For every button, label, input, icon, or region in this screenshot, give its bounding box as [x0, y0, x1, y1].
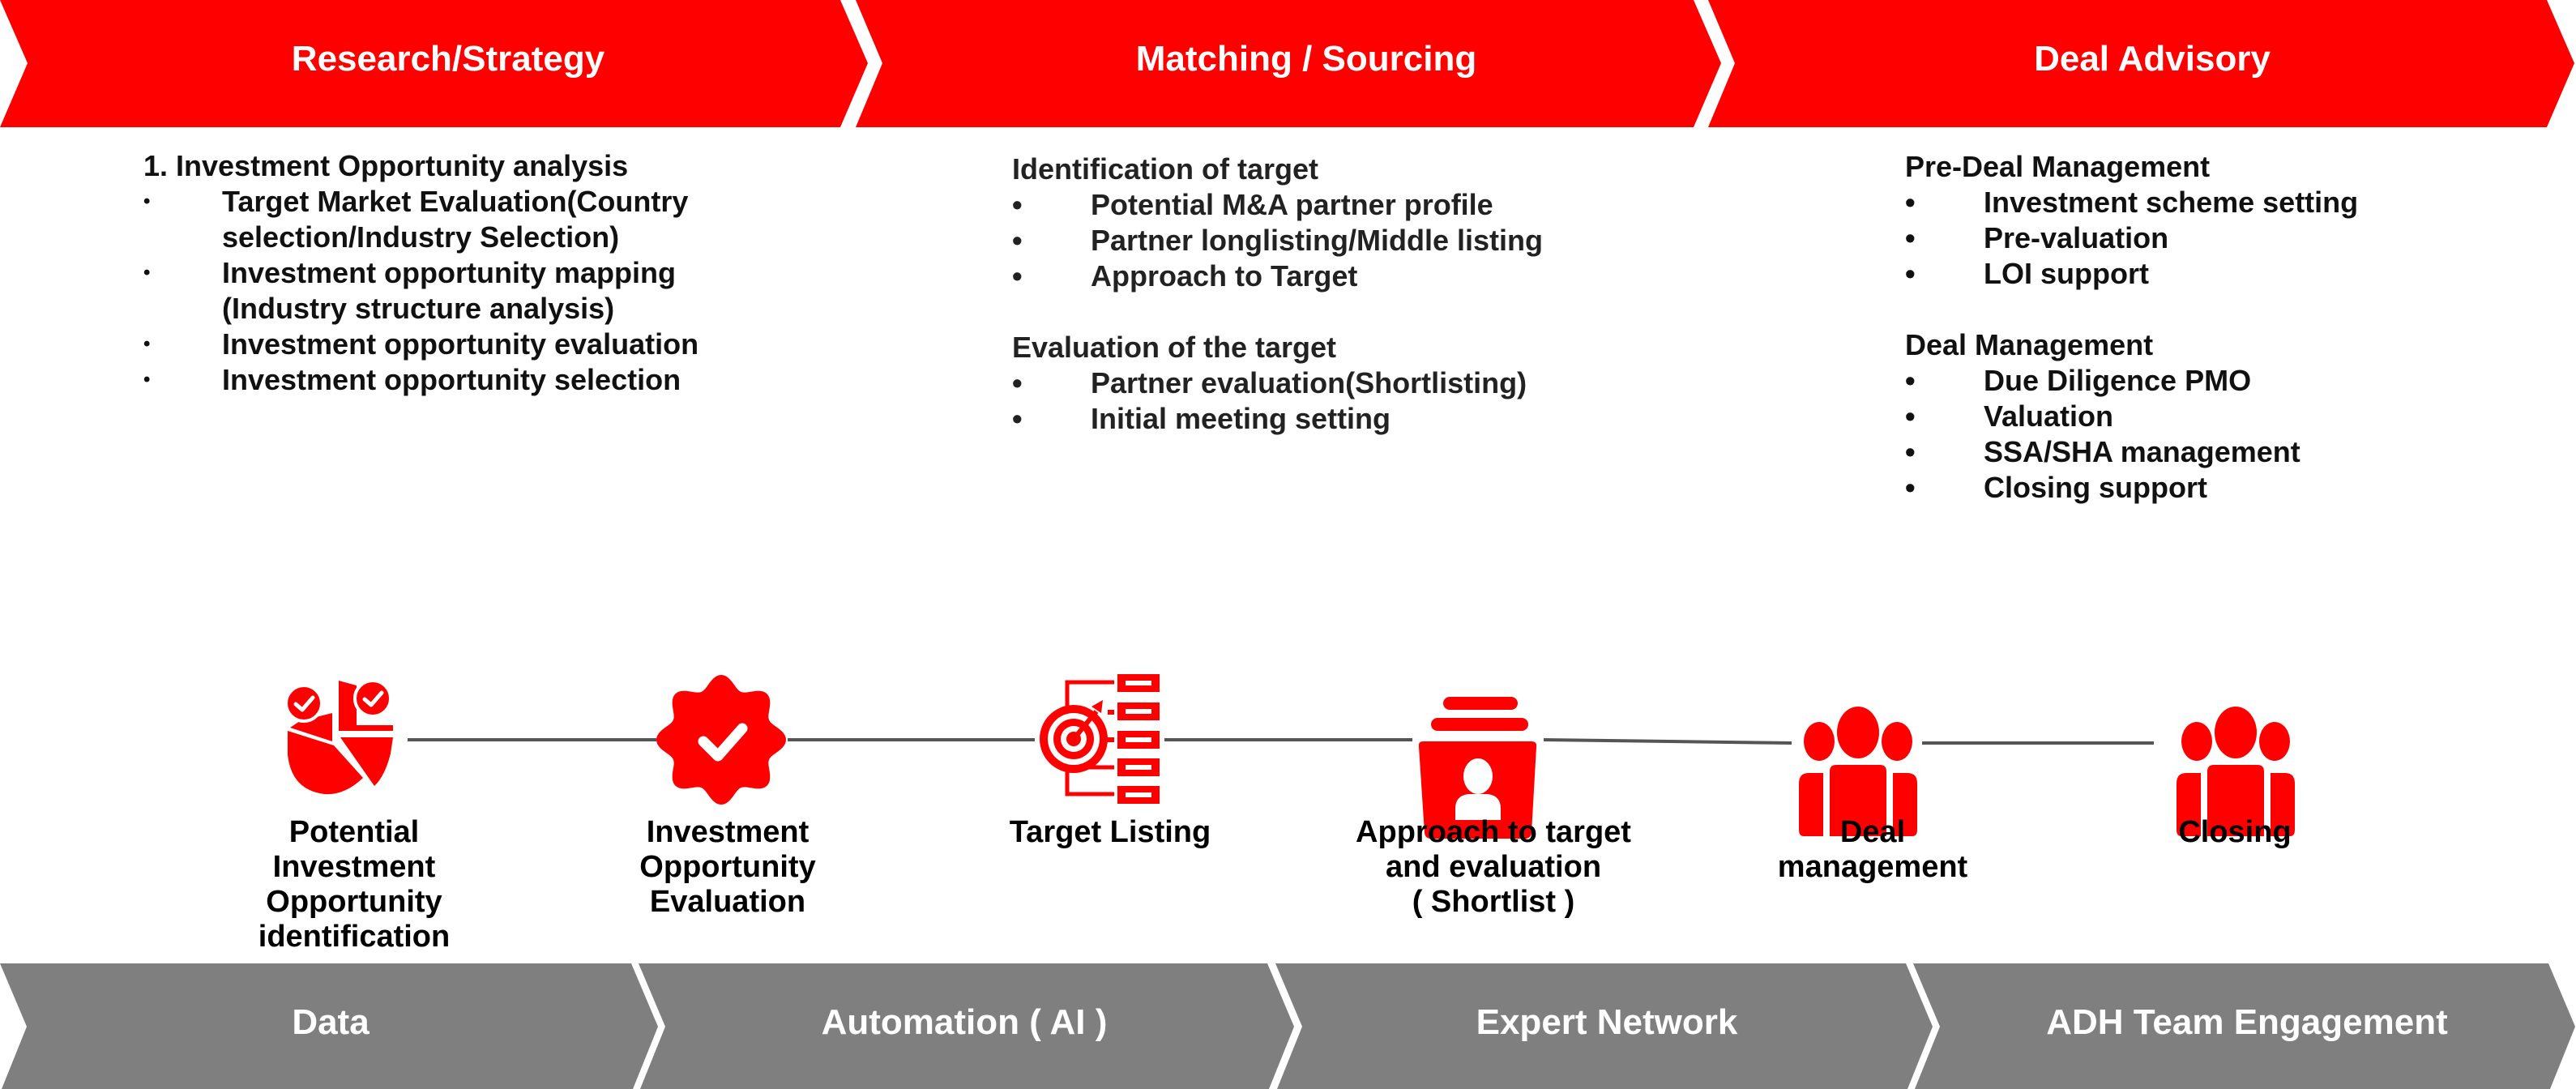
verified-badge-icon — [656, 675, 786, 805]
step-label-opportunity-evaluation: Investment Opportunity Evaluation — [639, 815, 816, 919]
target-list-icon — [1040, 674, 1160, 804]
step-label-opportunity-identification: Potential Investment Opportunity identif… — [258, 815, 451, 954]
connector-line — [1543, 738, 1792, 745]
enabler-label-expert-network: Expert Network — [1476, 1002, 1738, 1042]
enabler-label-automation: Automation ( AI ) — [821, 1002, 1108, 1042]
step-label-closing: Closing — [2178, 815, 2292, 849]
enabler-band: Data Automation ( AI ) Expert Network AD… — [0, 963, 2576, 1089]
pie-chart-check-icon — [284, 681, 393, 795]
step-label-deal-management: Deal management — [1777, 815, 1968, 884]
enabler-label-data: Data — [292, 1002, 370, 1042]
enabler-label-team-engagement: ADH Team Engagement — [2046, 1002, 2448, 1042]
step-label-target-listing: Target Listing — [1009, 815, 1211, 849]
step-label-approach-evaluation: Approach to target and evaluation ( Shor… — [1356, 815, 1631, 919]
